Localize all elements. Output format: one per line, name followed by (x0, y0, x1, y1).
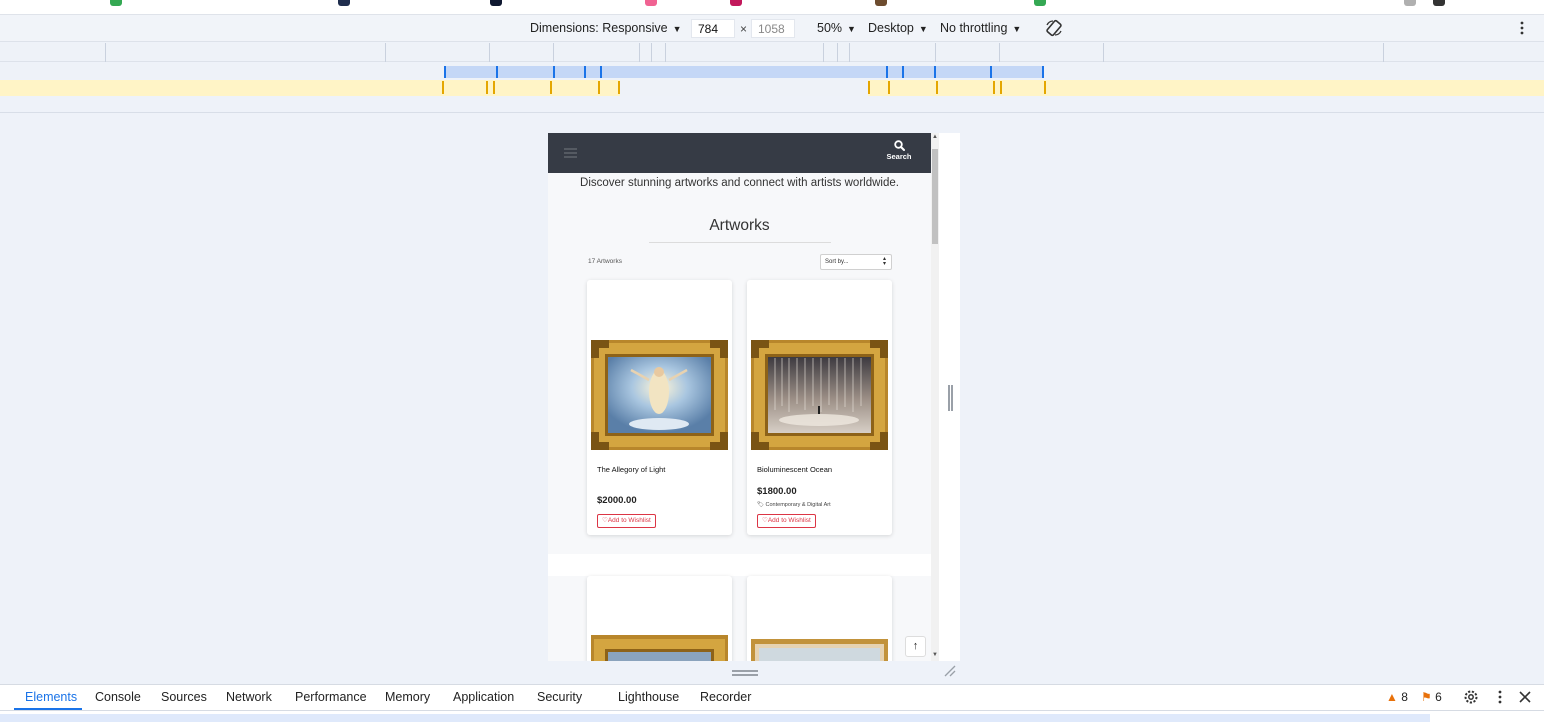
artwork-price: $2000.00 (597, 495, 637, 506)
category-label: Contemporary & Digital Art (765, 502, 831, 508)
zoom-dropdown[interactable]: 50% ▼ (817, 21, 856, 35)
resize-corner-icon[interactable] (943, 664, 957, 678)
wishlist-label: Add to Wishlist (607, 517, 651, 524)
artwork-title[interactable]: Bioluminescent Ocean (757, 465, 832, 474)
add-to-wishlist-button[interactable]: ♡Add to Wishlist (597, 514, 656, 528)
more-options-icon[interactable] (1492, 689, 1508, 705)
resize-handle-bottom[interactable] (732, 670, 758, 676)
scroll-up-arrow-icon[interactable]: ▲ (932, 134, 938, 140)
bookmark-icon[interactable] (1404, 0, 1416, 6)
dimensions-dropdown[interactable]: Dimensions: Responsive ▼ (530, 21, 681, 35)
ruler-divider (0, 112, 1544, 113)
height-input[interactable]: 1058 (751, 19, 795, 38)
artwork-card[interactable] (747, 576, 892, 661)
bookmark-icon[interactable] (645, 0, 657, 6)
page-content: Discover stunning artworks and connect w… (548, 173, 931, 661)
warnings-counter[interactable]: ▲ 8 (1386, 690, 1408, 704)
arrow-up-icon: ↑ (912, 640, 919, 652)
tab-memory[interactable]: Memory (385, 690, 430, 704)
tag-icon: 🏷 (757, 502, 764, 508)
gear-icon[interactable] (1463, 689, 1479, 705)
warning-icon: ▲ (1386, 690, 1398, 704)
artwork-price: $1800.00 (757, 486, 797, 497)
dimension-separator: × (740, 22, 748, 36)
search-label: Search (886, 152, 912, 161)
bookmark-icon[interactable] (1034, 0, 1046, 6)
bookmarks-bar (0, 0, 1544, 15)
search-icon (893, 140, 905, 151)
width-input[interactable]: 784 (691, 19, 735, 38)
bookmark-icon[interactable] (875, 0, 887, 6)
tab-elements[interactable]: Elements (25, 690, 77, 704)
more-options-icon[interactable] (1517, 20, 1527, 36)
artwork-category: 🏷 Contemporary & Digital Art (757, 502, 831, 508)
title-divider (649, 242, 831, 243)
tab-lighthouse[interactable]: Lighthouse (618, 690, 679, 704)
throttling-dropdown[interactable]: No throttling ▼ (940, 21, 1021, 35)
artwork-image[interactable] (591, 340, 728, 450)
bookmark-icon[interactable] (730, 0, 742, 6)
section-title: Artworks (709, 217, 770, 234)
search-button[interactable]: Search (885, 140, 913, 166)
artwork-card[interactable]: The Allegory of Light $2000.00 ♡Add to W… (587, 280, 732, 535)
resize-handle-right[interactable] (948, 385, 954, 411)
tab-console[interactable]: Console (95, 690, 141, 704)
add-to-wishlist-button[interactable]: ♡Add to Wishlist (757, 514, 816, 528)
artwork-card[interactable] (587, 576, 732, 661)
issues-counter[interactable]: ⚑ 6 (1421, 690, 1442, 704)
back-to-top-button[interactable]: ↑ (905, 636, 926, 657)
warnings-count: 8 (1401, 690, 1408, 704)
issues-flag-icon: ⚑ (1421, 690, 1432, 704)
tab-network[interactable]: Network (226, 690, 272, 704)
select-arrows-icon: ▴ ▾ (882, 256, 886, 267)
viewport-scrollbar[interactable]: ▲ ▼ (931, 133, 939, 661)
sort-select-value: Sort by... (825, 259, 849, 265)
bookmark-icon[interactable] (110, 0, 122, 6)
media-query-bar-yellow[interactable] (0, 80, 1544, 96)
selected-node-highlight (0, 714, 1430, 722)
sort-select[interactable]: Sort by... ▴ ▾ (820, 254, 892, 270)
media-query-bar-blue[interactable] (0, 63, 1544, 79)
tagline: Discover stunning artworks and connect w… (580, 177, 899, 189)
site-navbar: Search (548, 133, 931, 173)
issues-count: 6 (1435, 690, 1442, 704)
bookmark-icon[interactable] (338, 0, 350, 6)
tab-application[interactable]: Application (453, 690, 514, 704)
hamburger-menu-icon[interactable] (564, 148, 577, 158)
artwork-image[interactable] (751, 340, 888, 450)
device-type-dropdown[interactable]: Desktop ▼ (868, 21, 928, 35)
artwork-image[interactable] (751, 639, 888, 661)
device-toolbar: Dimensions: Responsive ▼ 784 × 1058 50% ▼ … (0, 15, 1544, 42)
emulated-viewport[interactable]: Search Discover stunning artworks and co… (548, 133, 960, 661)
wishlist-label: Add to Wishlist (767, 517, 811, 524)
artwork-image[interactable] (591, 635, 728, 661)
elements-panel-preview (0, 710, 1544, 722)
devtools-tab-bar: Elements Console Sources Network Perform… (0, 684, 1544, 710)
tab-performance[interactable]: Performance (295, 690, 367, 704)
close-icon[interactable] (1517, 689, 1533, 705)
section-divider (548, 554, 931, 576)
artwork-card[interactable]: Bioluminescent Ocean $1800.00 🏷 Contempo… (747, 280, 892, 535)
tab-sources[interactable]: Sources (161, 690, 207, 704)
scroll-down-arrow-icon[interactable]: ▼ (932, 652, 938, 658)
artwork-title[interactable]: The Allegory of Light (597, 465, 665, 474)
rotate-icon[interactable] (1045, 19, 1063, 37)
tab-recorder[interactable]: Recorder (700, 690, 751, 704)
tab-security[interactable]: Security (537, 690, 582, 704)
bookmark-icon[interactable] (1433, 0, 1445, 6)
bookmark-icon[interactable] (490, 0, 502, 6)
artwork-count: 17 Artworks (588, 258, 622, 265)
media-query-ruler (0, 43, 1544, 62)
scrollbar-thumb[interactable] (932, 149, 938, 244)
